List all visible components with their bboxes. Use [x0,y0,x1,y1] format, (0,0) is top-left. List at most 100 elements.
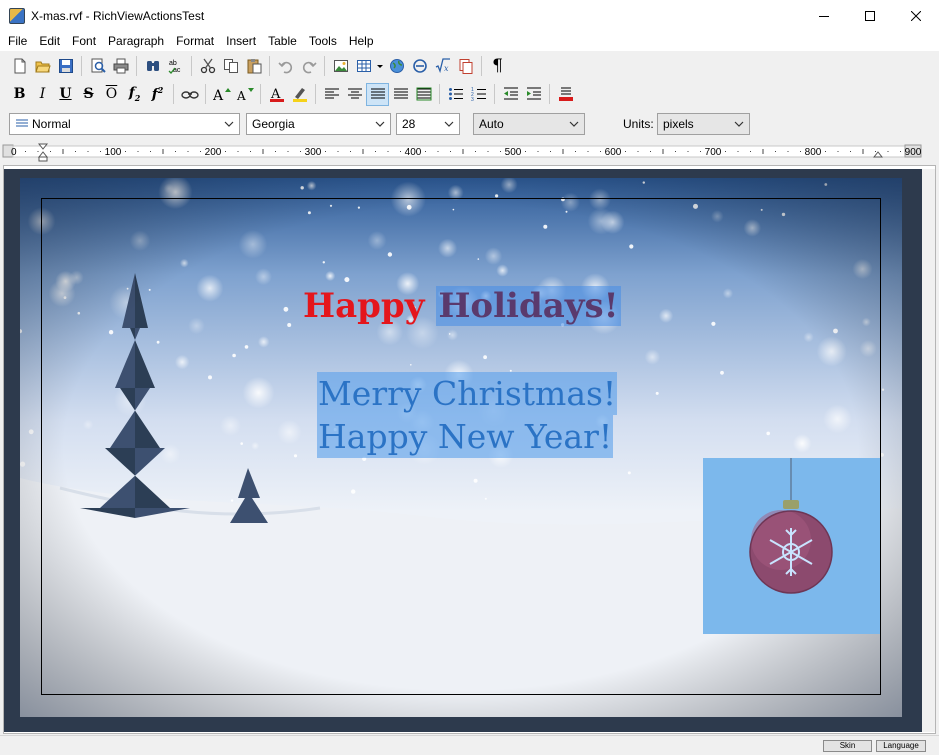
menu-file[interactable]: File [2,31,33,51]
insert-table-button[interactable] [352,55,375,78]
greeting-heading[interactable]: Happy Holidays! [303,286,621,326]
paste-button[interactable] [242,55,265,78]
menu-format[interactable]: Format [170,31,220,51]
christmas-ornament-icon [749,458,833,594]
standard-toolbar: ab ac x ¶ [0,52,939,80]
hidden-text-button[interactable] [178,83,201,106]
menu-insert[interactable]: Insert [220,31,262,51]
save-button[interactable] [54,55,77,78]
ruler[interactable]: 0 100 200 300 400 500 600 700 800 900 [0,141,939,163]
paragraph-style-combo[interactable]: Normal [9,113,240,135]
ornament-image-selected[interactable] [703,458,880,634]
paragraph-color-button[interactable] [554,83,577,106]
menu-table[interactable]: Table [262,31,303,51]
font-shrink-button[interactable]: A [233,83,256,106]
happy-new-year-line[interactable]: Happy New Year! [317,415,614,458]
left-margin-marker [38,156,48,162]
align-distribute-button[interactable] [389,83,412,106]
underline-icon: U [59,86,72,102]
increase-indent-button[interactable] [522,83,545,106]
svg-text:3: 3 [471,97,474,102]
align-distribute-icon [393,88,408,99]
subscript-button[interactable]: f2 [123,83,146,106]
overline-icon: O [105,86,118,102]
skin-button[interactable]: Skin [823,740,872,752]
copy-button[interactable] [219,55,242,78]
menu-font[interactable]: Font [66,31,102,51]
font-grow-icon: A [213,88,231,102]
chevron-down-icon [375,121,385,127]
menu-help[interactable]: Help [343,31,380,51]
merry-christmas-line[interactable]: Merry Christmas! [317,372,618,415]
strikeout-button[interactable]: S [77,83,100,106]
chevron-down-icon [734,121,744,127]
insert-equation-button[interactable]: x [431,55,454,78]
separator [549,84,550,104]
status-bar: Skin Language [0,735,939,755]
cut-button[interactable] [196,55,219,78]
new-document-button[interactable] [8,55,31,78]
minimize-button[interactable] [801,0,847,31]
highlight-button[interactable] [288,83,311,106]
separator [173,84,174,104]
italic-button[interactable]: I [31,83,54,106]
font-size-combo[interactable]: 28 [396,113,460,135]
superscript-button[interactable]: f2 [146,83,169,106]
bullet-list-icon [448,88,463,100]
print-preview-button[interactable] [86,55,109,78]
maximize-button[interactable] [847,0,893,31]
underline-button[interactable]: U [54,83,77,106]
align-justify-icon [370,88,385,99]
bullets-button[interactable] [444,83,467,106]
vertical-scrollbar[interactable] [922,169,935,732]
align-full-button[interactable] [412,83,435,106]
ruler-label: 600 [605,147,622,158]
bold-button[interactable]: B [8,83,31,106]
close-button[interactable] [893,0,939,31]
separator [324,56,325,76]
insert-hyperlink-button[interactable] [385,55,408,78]
font-color-button[interactable]: A [265,83,288,106]
separator [81,56,82,76]
bold-icon: B [13,86,26,102]
globe-link-icon [389,59,404,73]
menu-edit[interactable]: Edit [33,31,66,51]
font-name-combo[interactable]: Georgia [246,113,391,135]
insert-picture-button[interactable] [329,55,352,78]
separator [315,84,316,104]
align-full-icon [416,87,431,101]
print-button[interactable] [109,55,132,78]
heading-happy[interactable]: Happy [303,286,424,326]
svg-text:ab: ab [169,60,177,67]
separator [136,56,137,76]
paragraph-style-value: Normal [32,117,71,131]
ruler-label: 400 [405,147,422,158]
open-button[interactable] [31,55,54,78]
find-button[interactable] [141,55,164,78]
folder-open-icon [34,61,51,73]
numbering-button[interactable]: 123 [467,83,490,106]
align-justify-button[interactable] [366,82,389,106]
decrease-indent-button[interactable] [499,83,522,106]
table-dropdown-button[interactable] [375,55,385,78]
show-special-chars-button[interactable]: ¶ [486,55,509,78]
window-title: X-mas.rvf - RichViewActionsTest [31,8,205,23]
align-center-button[interactable] [343,83,366,106]
language-button[interactable]: Language [876,740,926,752]
spell-check-button[interactable]: ab ac [164,55,187,78]
insert-symbol-button[interactable] [408,55,431,78]
redo-button[interactable] [297,55,320,78]
heading-holidays-selected[interactable]: Holidays! [436,286,621,326]
color-mode-combo[interactable]: Auto [473,113,585,135]
font-grow-button[interactable]: A [210,83,233,106]
menu-tools[interactable]: Tools [303,31,343,51]
overline-button[interactable]: O [100,83,123,106]
units-combo[interactable]: pixels [657,113,750,135]
align-left-button[interactable] [320,83,343,106]
menu-paragraph[interactable]: Paragraph [102,31,170,51]
units-label: Units: [623,117,654,131]
app-icon [9,7,25,24]
undo-button[interactable] [274,55,297,78]
insert-file-button[interactable] [454,55,477,78]
document-page[interactable]: Happy Holidays! Merry Christmas! Happy N… [20,178,902,717]
